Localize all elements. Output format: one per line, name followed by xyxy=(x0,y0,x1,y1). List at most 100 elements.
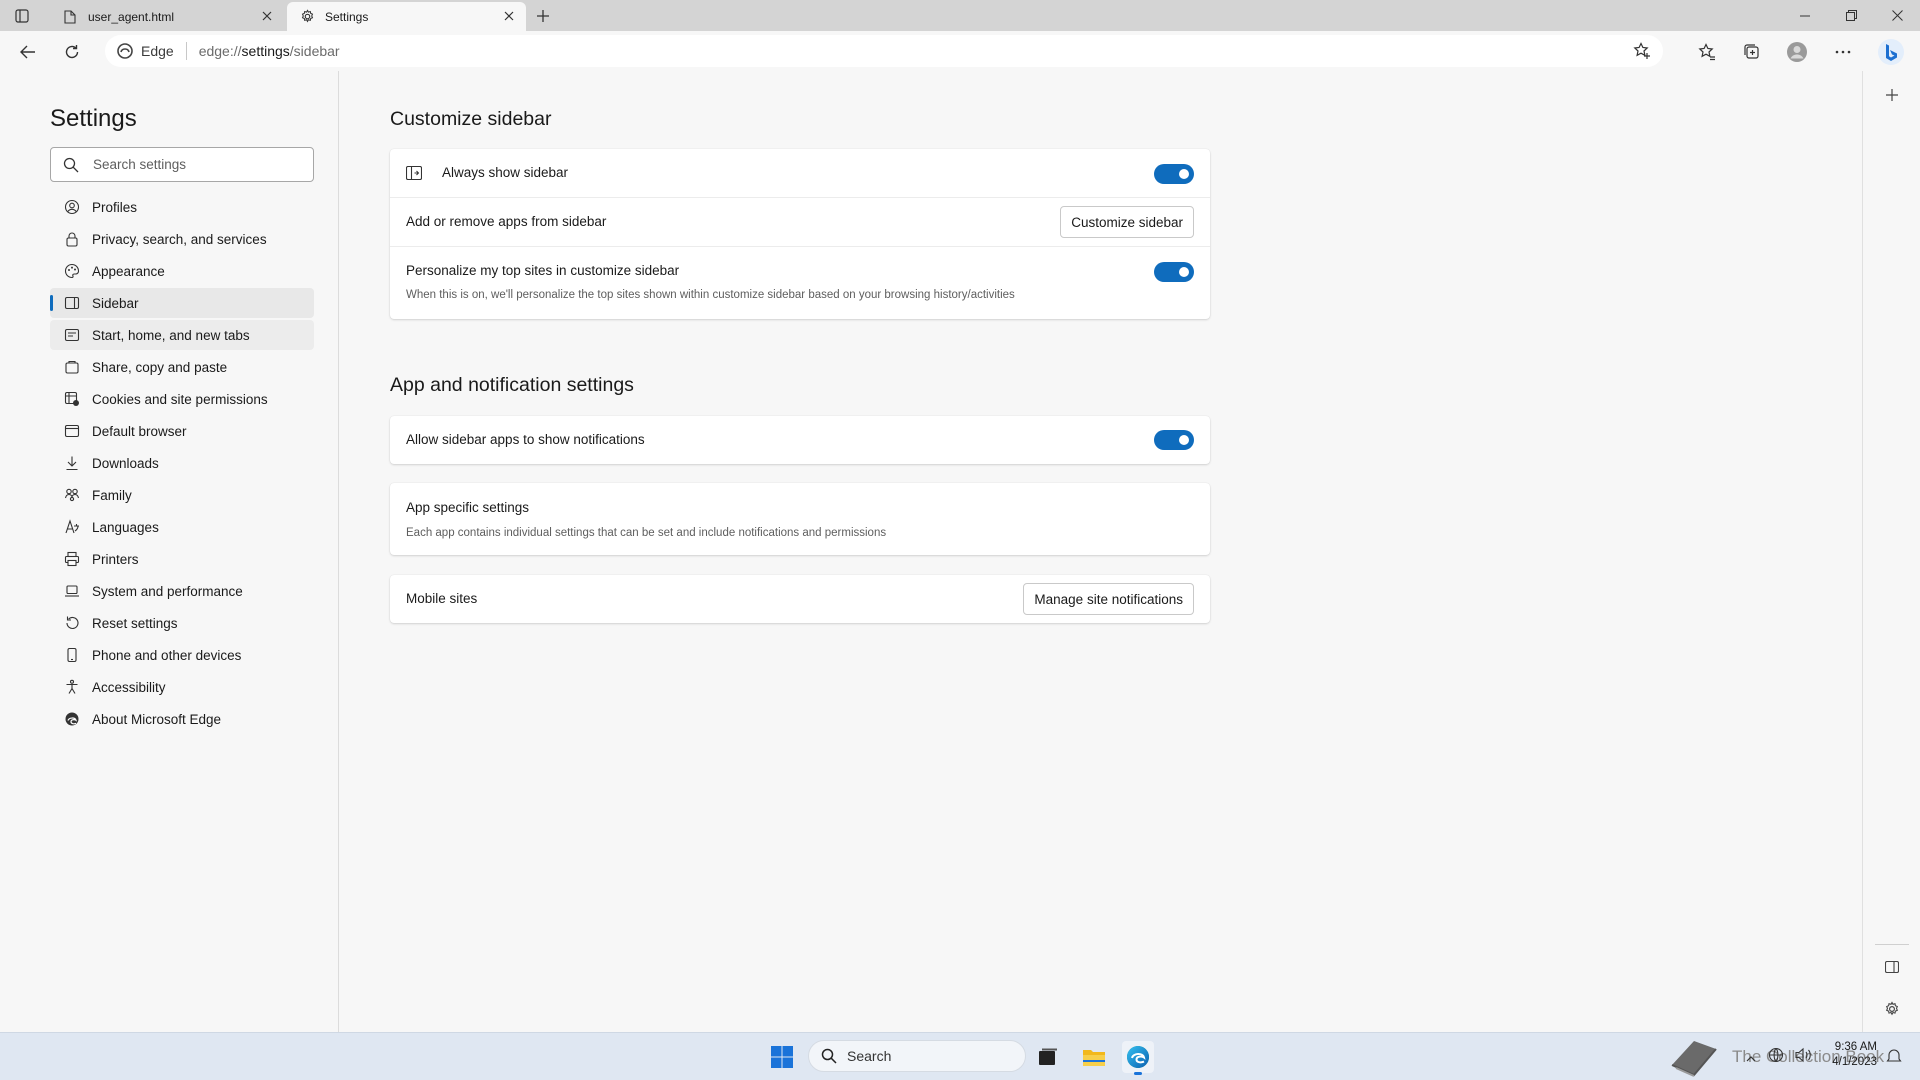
browser-icon xyxy=(64,423,80,439)
book-logo-icon xyxy=(1671,1041,1717,1077)
nav-label: Cookies and site permissions xyxy=(92,391,268,407)
profile-icon xyxy=(64,199,80,215)
search-input[interactable] xyxy=(93,157,293,172)
section-title-customize: Customize sidebar xyxy=(390,108,552,130)
sidebar-divider xyxy=(1875,944,1909,945)
settings-title: Settings xyxy=(50,105,137,132)
minimize-icon[interactable] xyxy=(1782,0,1828,31)
clock-date: 4/1/2023 xyxy=(1832,1056,1877,1068)
allow-notifications-row: Allow sidebar apps to show notifications xyxy=(390,416,1210,464)
customize-sidebar-button[interactable]: Customize sidebar xyxy=(1060,206,1194,238)
personalize-row: Personalize my top sites in customize si… xyxy=(390,247,1210,318)
download-icon xyxy=(64,455,80,471)
add-sidebar-app-icon[interactable] xyxy=(1880,83,1904,107)
nav-item-sidebar[interactable]: Sidebar xyxy=(50,288,314,318)
more-options-icon[interactable] xyxy=(1829,39,1857,65)
family-icon xyxy=(64,487,80,503)
task-view-icon[interactable] xyxy=(1032,1041,1064,1073)
browser-label: Edge xyxy=(141,43,174,59)
edge-icon xyxy=(64,711,80,727)
accessibility-icon xyxy=(64,679,80,695)
tab-title: user_agent.html xyxy=(88,9,175,24)
close-window-icon[interactable] xyxy=(1874,0,1920,31)
nav-label: Downloads xyxy=(92,455,159,471)
tab-user-agent[interactable]: user_agent.html xyxy=(50,2,284,31)
tab-settings[interactable]: Settings xyxy=(287,2,526,31)
edge-sidebar xyxy=(1862,71,1920,1032)
bing-copilot-icon[interactable] xyxy=(1876,37,1906,67)
nav-item-reset[interactable]: Reset settings xyxy=(50,608,314,638)
hide-sidebar-icon[interactable] xyxy=(1880,955,1904,979)
nav-item-cookies[interactable]: Cookies and site permissions xyxy=(50,384,314,414)
nav-label: Phone and other devices xyxy=(92,647,242,663)
search-settings[interactable] xyxy=(50,147,314,182)
nav-item-accessibility[interactable]: Accessibility xyxy=(50,672,314,702)
gear-icon xyxy=(299,9,315,25)
edge-icon xyxy=(117,43,133,59)
clock[interactable]: 9:36 AM 4/1/2023 xyxy=(1822,1040,1877,1070)
favorites-icon[interactable] xyxy=(1693,39,1721,65)
nav-item-system[interactable]: System and performance xyxy=(50,576,314,606)
active-indicator xyxy=(1134,1072,1142,1075)
nav-item-appearance[interactable]: Appearance xyxy=(50,256,314,286)
nav-item-about[interactable]: About Microsoft Edge xyxy=(50,704,314,734)
add-favorite-icon[interactable] xyxy=(1633,42,1651,60)
nav-item-profiles[interactable]: Profiles xyxy=(50,192,314,222)
personalize-toggle[interactable] xyxy=(1154,262,1194,282)
app-specific-card: App specific settings Each app contains … xyxy=(390,483,1210,555)
nav-label: Privacy, search, and services xyxy=(92,231,267,247)
manage-site-notifications-button[interactable]: Manage site notifications xyxy=(1023,583,1194,615)
nav-item-phone[interactable]: Phone and other devices xyxy=(50,640,314,670)
edge-taskbar-icon[interactable] xyxy=(1122,1041,1154,1075)
nav-label: About Microsoft Edge xyxy=(92,711,222,727)
mobile-sites-label: Mobile sites xyxy=(406,591,478,606)
add-remove-label: Add or remove apps from sidebar xyxy=(406,214,607,229)
nav-item-start-home[interactable]: Start, home, and new tabs xyxy=(50,320,314,350)
phone-icon xyxy=(64,647,80,663)
tab-strip: user_agent.html Settings xyxy=(0,0,1920,31)
app-specific-row: App specific settings Each app contains … xyxy=(390,483,1210,555)
profile-avatar-icon[interactable] xyxy=(1783,39,1811,65)
volume-icon[interactable] xyxy=(1794,1047,1812,1068)
notifications-icon[interactable] xyxy=(1886,1048,1902,1069)
network-icon[interactable] xyxy=(1768,1047,1784,1068)
nav-item-share[interactable]: Share, copy and paste xyxy=(50,352,314,382)
tab-actions-icon[interactable] xyxy=(10,6,34,26)
sidebar-settings-icon[interactable] xyxy=(1880,997,1904,1021)
nav-item-default-browser[interactable]: Default browser xyxy=(50,416,314,446)
collections-icon[interactable] xyxy=(1738,39,1766,65)
close-icon[interactable] xyxy=(260,9,274,23)
nav-label: Share, copy and paste xyxy=(92,359,228,375)
start-icon[interactable] xyxy=(766,1041,798,1073)
nav-item-privacy[interactable]: Privacy, search, and services xyxy=(50,224,314,254)
search-icon xyxy=(821,1048,837,1064)
printer-icon xyxy=(64,551,80,567)
address-bar[interactable]: Edge edge://settings/sidebar xyxy=(105,35,1663,67)
nav-item-printers[interactable]: Printers xyxy=(50,544,314,574)
nav-item-languages[interactable]: Languages xyxy=(50,512,314,542)
new-tab-icon[interactable] xyxy=(532,5,554,27)
back-icon[interactable] xyxy=(14,39,42,65)
tab-title: Settings xyxy=(325,9,369,24)
file-icon xyxy=(62,9,78,25)
search-icon xyxy=(63,157,79,172)
close-icon[interactable] xyxy=(502,9,516,23)
file-explorer-icon[interactable] xyxy=(1078,1041,1110,1073)
palette-icon xyxy=(64,263,80,279)
allow-notifications-toggle[interactable] xyxy=(1154,430,1194,450)
always-show-label: Always show sidebar xyxy=(442,165,569,180)
cookie-icon xyxy=(64,391,80,407)
section-title-apps: App and notification settings xyxy=(390,374,634,396)
nav-label: Start, home, and new tabs xyxy=(92,327,250,343)
restore-icon[interactable] xyxy=(1828,0,1874,31)
url-text[interactable]: edge://settings/sidebar xyxy=(199,43,340,59)
taskbar-search[interactable]: Search xyxy=(808,1040,1026,1072)
nav-label: Profiles xyxy=(92,199,138,215)
laptop-icon xyxy=(64,583,80,599)
chevron-up-icon[interactable] xyxy=(1746,1049,1758,1062)
refresh-icon[interactable] xyxy=(58,39,86,65)
nav-item-family[interactable]: Family xyxy=(50,480,314,510)
nav-item-downloads[interactable]: Downloads xyxy=(50,448,314,478)
settings-nav: Settings Profiles Privacy, search, and s… xyxy=(0,71,339,1032)
always-show-toggle[interactable] xyxy=(1154,164,1194,184)
